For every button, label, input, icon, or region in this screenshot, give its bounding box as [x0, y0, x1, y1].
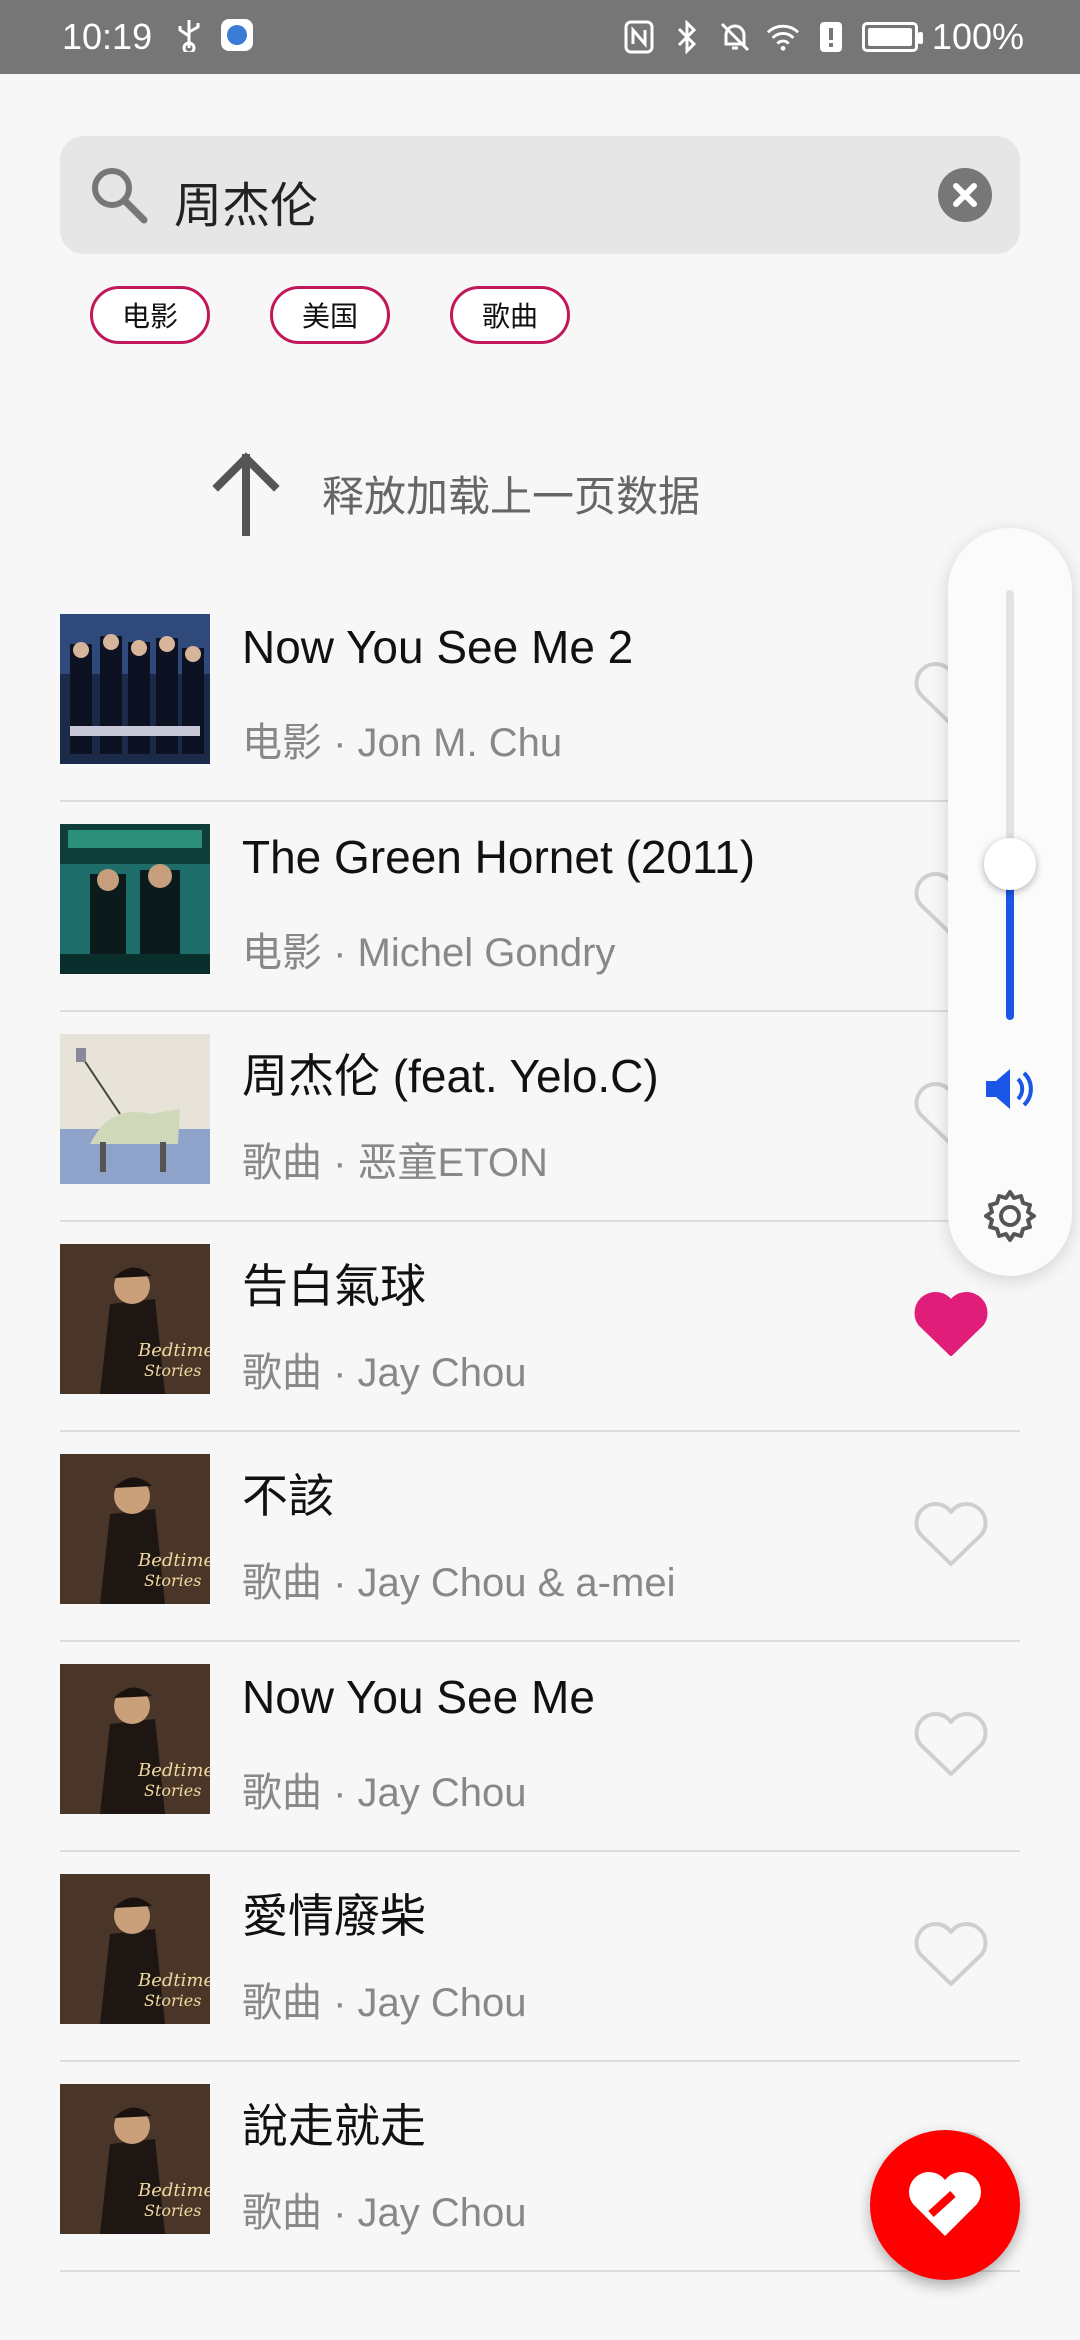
- item-subtitle: 电影 · Michel Gondry: [242, 931, 616, 975]
- item-subtitle: 歌曲 · Jay Chou: [242, 2191, 527, 2235]
- item-title: The Green Hornet (2011): [242, 831, 756, 883]
- status-bar: 10:19 100%: [0, 0, 1080, 74]
- svg-text:Bedtime: Bedtime: [137, 2180, 210, 2201]
- item-title: Now You See Me: [242, 1671, 595, 1723]
- album-art: Bedtime Stories: [60, 1454, 210, 1604]
- close-icon: [953, 183, 977, 207]
- item-subtitle: 歌曲 · Jay Chou: [242, 1771, 527, 1815]
- item-title: 周杰伦 (feat. Yelo.C): [242, 1050, 659, 1102]
- list-item[interactable]: The Green Hornet (2011) 电影 · Michel Gond…: [60, 802, 1020, 1012]
- item-title: 愛情廢柴: [242, 1890, 426, 1942]
- gear-icon[interactable]: [980, 1186, 1040, 1246]
- item-title: Now You See Me 2: [242, 621, 634, 673]
- svg-text:Stories: Stories: [144, 1361, 201, 1380]
- album-art: Bedtime Stories: [60, 1664, 210, 1814]
- item-subtitle: 歌曲 · Jay Chou: [242, 1981, 527, 2025]
- list-item[interactable]: Bedtime Stories Now You See Me 歌曲 · Jay C…: [60, 1642, 1020, 1852]
- clear-search-button[interactable]: [938, 168, 992, 222]
- svg-text:Bedtime: Bedtime: [137, 1550, 210, 1571]
- item-title: 告白氣球: [242, 1260, 426, 1312]
- tag-usa[interactable]: 美国: [270, 286, 390, 344]
- tag-song[interactable]: 歌曲: [450, 286, 570, 344]
- item-title: 說走就走: [242, 2100, 426, 2152]
- heart-outline-icon[interactable]: [912, 1500, 990, 1570]
- bluetooth-icon: [670, 20, 704, 54]
- list-item[interactable]: Now You See Me 2 电影 · Jon M. Chu: [60, 592, 1020, 802]
- status-time: 10:19: [62, 16, 153, 57]
- svg-text:Stories: Stories: [144, 1781, 201, 1800]
- album-art: Bedtime Stories: [60, 2084, 210, 2234]
- filter-tags: 电影 美国 歌曲: [90, 286, 570, 344]
- wifi-icon: [766, 20, 800, 54]
- list-item[interactable]: Bedtime Stories 說走就走 歌曲 · Jay Chou: [60, 2062, 1020, 2272]
- volume-slider-handle[interactable]: [984, 838, 1036, 890]
- battery-percent: 100%: [931, 16, 1024, 57]
- list-item[interactable]: 周杰伦 (feat. Yelo.C) 歌曲 · 恶童ETON: [60, 1012, 1020, 1222]
- battery-icon: [861, 22, 923, 52]
- heart-icon: [909, 2172, 981, 2236]
- album-art: Bedtime Stories: [60, 1874, 210, 2024]
- svg-text:Stories: Stories: [144, 2201, 201, 2220]
- mute-bell-icon: [718, 20, 752, 54]
- list-item[interactable]: Bedtime Stories 告白氣球 歌曲 · Jay Chou: [60, 1222, 1020, 1432]
- svg-text:Stories: Stories: [144, 1571, 201, 1590]
- search-bar[interactable]: 周杰伦: [60, 136, 1020, 254]
- album-art: [60, 614, 210, 764]
- volume-panel: [948, 528, 1072, 1276]
- list-item[interactable]: Bedtime Stories 愛情廢柴 歌曲 · Jay Chou: [60, 1852, 1020, 2062]
- heart-outline-icon[interactable]: [912, 1920, 990, 1990]
- app-notification-icon: [220, 18, 254, 52]
- pull-refresh-indicator: 释放加载上一页数据: [210, 448, 700, 538]
- usb-icon: [172, 18, 206, 52]
- item-subtitle: 歌曲 · Jay Chou: [242, 1351, 527, 1395]
- heart-outline-icon[interactable]: [912, 1710, 990, 1780]
- item-title: 不該: [242, 1470, 334, 1522]
- item-subtitle: 歌曲 · Jay Chou & a-mei: [242, 1561, 676, 1605]
- list-item[interactable]: Bedtime Stories 不該 歌曲 · Jay Chou & a-mei: [60, 1432, 1020, 1642]
- svg-text:Bedtime: Bedtime: [137, 1970, 210, 1991]
- favorites-fab[interactable]: [870, 2130, 1020, 2280]
- arrow-up-icon: [212, 452, 280, 536]
- svg-text:Bedtime: Bedtime: [137, 1760, 210, 1781]
- album-art: [60, 824, 210, 974]
- search-input[interactable]: 周杰伦: [174, 166, 318, 236]
- svg-text:Stories: Stories: [144, 1991, 201, 2010]
- item-subtitle: 电影 · Jon M. Chu: [242, 721, 563, 765]
- speaker-icon[interactable]: [982, 1064, 1038, 1114]
- search-icon: [84, 160, 154, 230]
- album-art: Bedtime Stories: [60, 1244, 210, 1394]
- heart-filled-icon[interactable]: [912, 1290, 990, 1360]
- pull-refresh-text: 释放加载上一页数据: [322, 472, 701, 520]
- tag-movie[interactable]: 电影: [90, 286, 210, 344]
- nfc-icon: [622, 20, 656, 54]
- album-art: [60, 1034, 210, 1184]
- item-subtitle: 歌曲 · 恶童ETON: [242, 1141, 548, 1185]
- svg-text:Bedtime: Bedtime: [137, 1340, 210, 1361]
- result-list: Now You See Me 2 电影 · Jon M. Chu The Gre…: [60, 592, 1020, 2272]
- sim-alert-icon: [814, 20, 848, 54]
